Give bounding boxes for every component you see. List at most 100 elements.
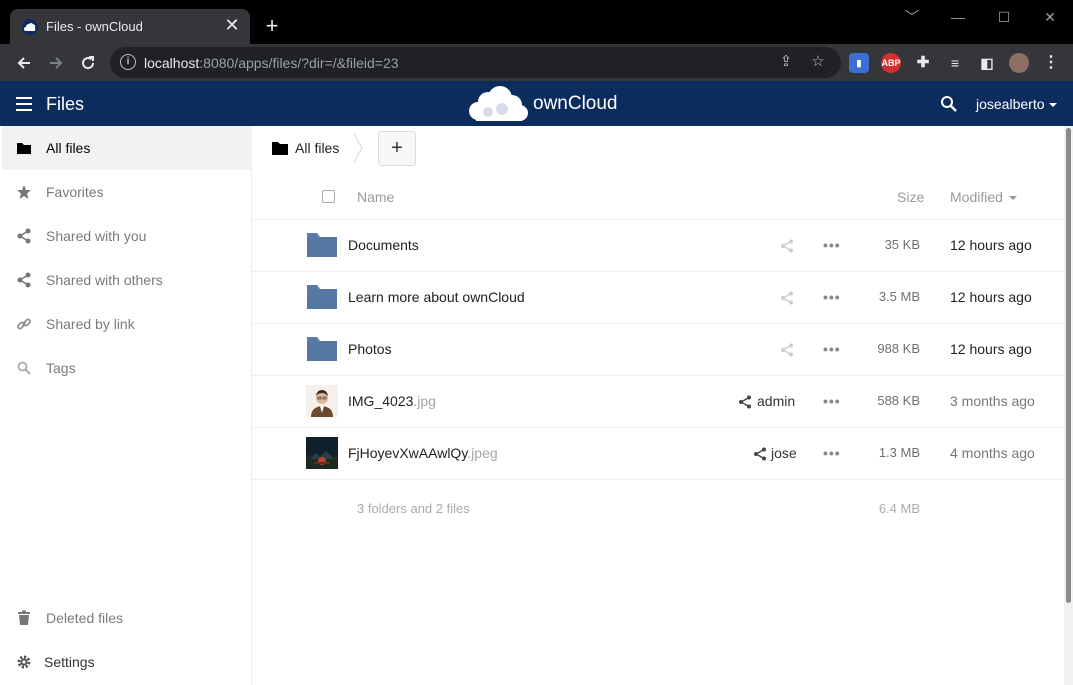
file-modified: 3 months ago: [950, 393, 1035, 409]
folder-icon: [17, 143, 31, 154]
breadcrumb-separator-icon: [353, 134, 363, 162]
minimize-button[interactable]: —: [946, 6, 970, 28]
share-icon[interactable]: [738, 395, 752, 409]
sidebar-item-shared-with-you[interactable]: Shared with you: [2, 214, 251, 258]
bookmark-star-icon[interactable]: ☆: [808, 52, 828, 72]
select-all-checkbox[interactable]: [322, 190, 335, 203]
share-page-icon[interactable]: ⇪: [776, 52, 796, 72]
folder-icon[interactable]: [306, 281, 338, 313]
scrollbar[interactable]: [1064, 126, 1073, 685]
browser-tab[interactable]: Files - ownCloud ✕: [10, 9, 250, 44]
file-name[interactable]: FjHoyevXwAAwlQy.jpeg: [348, 445, 498, 461]
back-button[interactable]: [11, 50, 37, 76]
folder-icon[interactable]: [272, 141, 288, 155]
search-icon[interactable]: [940, 95, 958, 113]
link-icon: [17, 318, 31, 330]
sidebar-item-tags[interactable]: Tags: [2, 346, 251, 390]
scrollbar-thumb[interactable]: [1066, 128, 1071, 603]
share-icon[interactable]: [780, 343, 794, 357]
more-actions-icon[interactable]: •••: [823, 445, 841, 461]
extensions-puzzle-icon[interactable]: ✚: [913, 53, 933, 73]
files-main: All files + Name Size Modified Documents…: [252, 126, 1064, 685]
folder-icon[interactable]: [306, 229, 338, 261]
table-row[interactable]: Learn more about ownCloud ••• 3.5 MB 12 …: [252, 272, 1064, 324]
file-size: 1.3 MB: [878, 445, 920, 460]
more-actions-icon[interactable]: •••: [823, 237, 841, 253]
address-bar[interactable]: i localhost:8080/apps/files/?dir=/&filei…: [110, 47, 841, 78]
file-name[interactable]: Documents: [348, 237, 419, 253]
side-panel-icon[interactable]: ◧: [977, 53, 997, 73]
files-summary: 3 folders and 2 files: [357, 501, 470, 516]
column-header-modified[interactable]: Modified: [950, 189, 1017, 205]
sidebar-item-settings[interactable]: Settings: [2, 640, 251, 684]
breadcrumb-all-files[interactable]: All files: [295, 140, 339, 156]
sidebar-item-shared-by-link[interactable]: Shared by link: [2, 302, 251, 346]
owncloud-favicon-icon: [22, 19, 38, 35]
share-owner[interactable]: admin: [757, 393, 795, 409]
file-name[interactable]: Photos: [348, 341, 392, 357]
sidebar-item-label: Deleted files: [46, 610, 124, 626]
tab-search-icon[interactable]: ﹀: [900, 6, 924, 28]
adblock-icon[interactable]: ABP: [881, 53, 901, 73]
file-name[interactable]: Learn more about ownCloud: [348, 289, 525, 305]
extension-icon[interactable]: ▮: [849, 53, 869, 73]
close-window-button[interactable]: ✕: [1038, 6, 1062, 28]
portrait-thumbnail-icon[interactable]: [306, 385, 338, 417]
table-row[interactable]: Photos ••• 988 KB 12 hours ago: [252, 324, 1064, 376]
sidebar-item-label: Shared by link: [46, 316, 135, 332]
share-owner[interactable]: jose: [771, 445, 797, 461]
user-menu[interactable]: josealberto: [976, 96, 1057, 112]
app-name[interactable]: Files: [46, 94, 84, 115]
sidebar-item-label: Favorites: [46, 184, 104, 200]
share-icon[interactable]: [753, 447, 767, 461]
share-icon: [17, 228, 31, 244]
new-file-button[interactable]: +: [378, 131, 416, 166]
share-icon[interactable]: [780, 239, 794, 253]
more-actions-icon[interactable]: •••: [823, 289, 841, 305]
sidebar-item-favorites[interactable]: Favorites: [2, 170, 251, 214]
forward-button[interactable]: [43, 50, 69, 76]
sidebar-item-deleted-files[interactable]: Deleted files: [2, 596, 251, 640]
sidebar-item-label: Settings: [44, 654, 95, 670]
file-size: 588 KB: [877, 393, 920, 408]
share-icon[interactable]: [780, 291, 794, 305]
new-tab-button[interactable]: +: [260, 14, 284, 38]
more-actions-icon[interactable]: •••: [823, 393, 841, 409]
file-size: 35 KB: [884, 237, 920, 252]
tab-close-icon[interactable]: ✕: [222, 15, 242, 35]
browser-menu-icon[interactable]: ⋮: [1041, 53, 1061, 73]
column-header-size[interactable]: Size: [897, 189, 924, 205]
sort-caret-icon: [1008, 196, 1017, 201]
url-text[interactable]: localhost:8080/apps/files/?dir=/&fileid=…: [144, 55, 399, 71]
maximize-button[interactable]: ☐: [992, 6, 1016, 28]
media-control-icon[interactable]: ≡: [945, 53, 965, 73]
breadcrumb: All files +: [252, 126, 1064, 170]
profile-avatar[interactable]: [1009, 53, 1029, 73]
table-row[interactable]: Documents ••• 35 KB 12 hours ago: [252, 220, 1064, 272]
owncloud-header: Files ownCloud josealberto: [0, 81, 1073, 126]
reload-button[interactable]: [75, 50, 101, 76]
gear-icon: [17, 655, 31, 669]
owncloud-logo-icon[interactable]: [466, 85, 530, 123]
table-header: Name Size Modified: [252, 178, 1064, 220]
search-icon: [17, 361, 31, 375]
column-header-name[interactable]: Name: [357, 189, 394, 205]
owncloud-logo-text: ownCloud: [533, 93, 618, 114]
file-modified: 4 months ago: [950, 445, 1035, 461]
file-name[interactable]: IMG_4023.jpg: [348, 393, 436, 409]
file-size: 3.5 MB: [878, 289, 920, 304]
more-actions-icon[interactable]: •••: [823, 341, 841, 357]
sidebar-item-all-files[interactable]: All files: [2, 126, 251, 170]
sidebar-item-shared-with-others[interactable]: Shared with others: [2, 258, 251, 302]
menu-icon[interactable]: [16, 97, 32, 111]
share-icon: [17, 272, 31, 288]
folder-icon[interactable]: [306, 333, 338, 365]
site-info-icon[interactable]: i: [120, 54, 136, 70]
image-thumbnail-icon[interactable]: [306, 437, 338, 469]
file-modified: 12 hours ago: [950, 289, 1032, 305]
table-row[interactable]: FjHoyevXwAAwlQy.jpeg jose ••• 1.3 MB 4 m…: [252, 428, 1064, 480]
table-row[interactable]: IMG_4023.jpg admin ••• 588 KB 3 months a…: [252, 376, 1064, 428]
sidebar-item-label: Tags: [46, 360, 76, 376]
tab-title: Files - ownCloud: [46, 19, 143, 34]
sidebar-item-label: Shared with others: [46, 272, 163, 288]
